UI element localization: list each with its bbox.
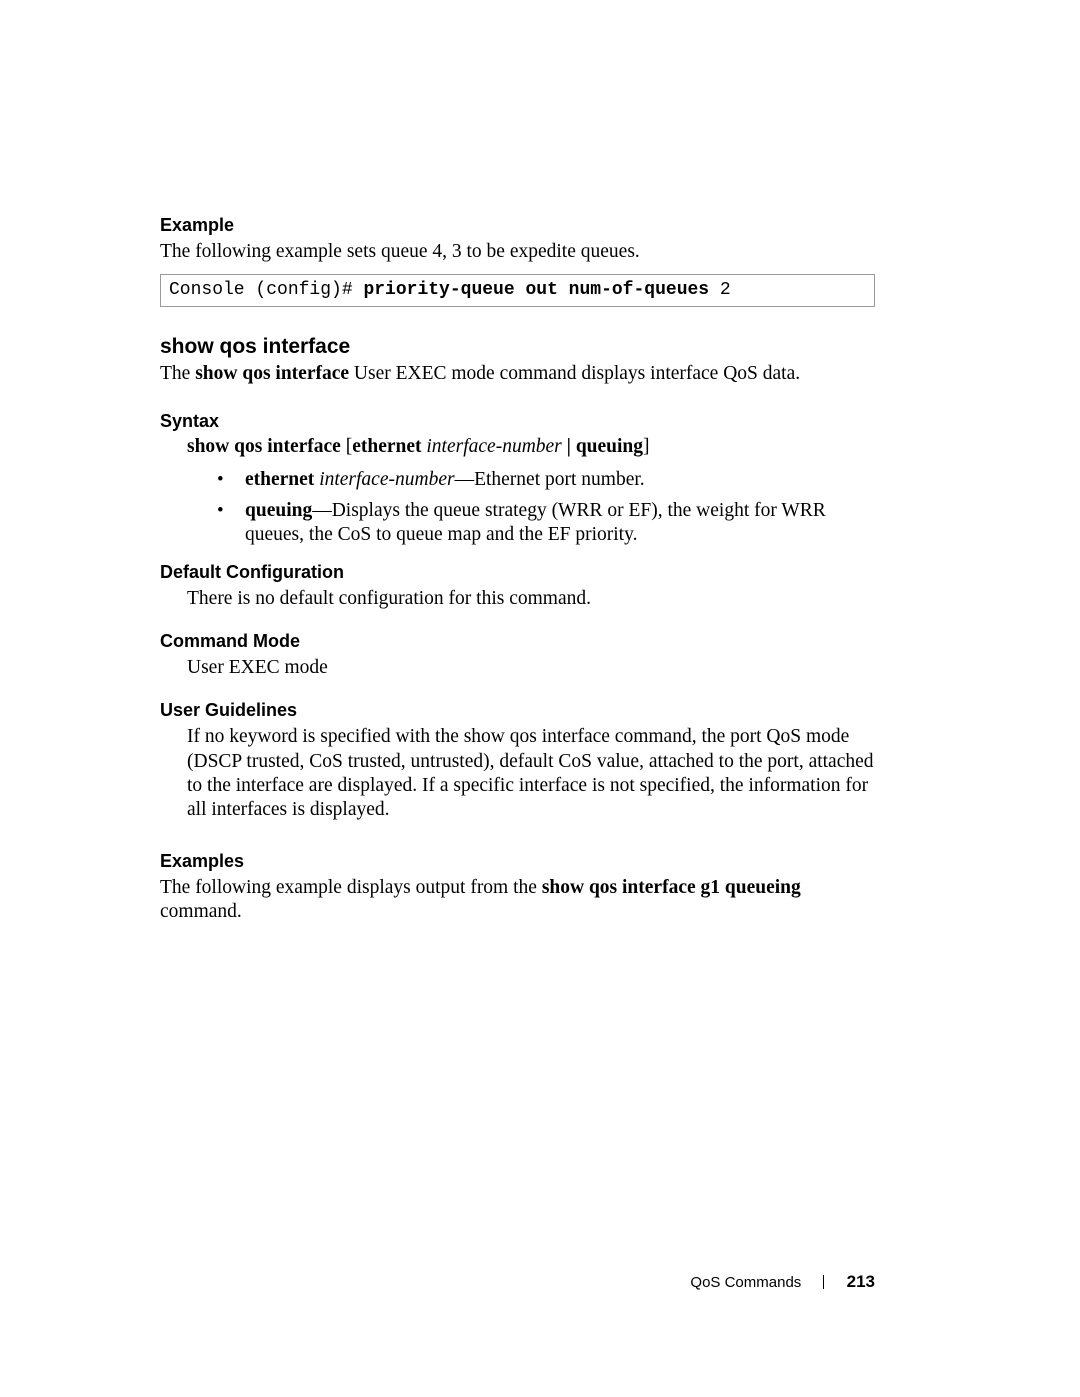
syntax-b3: queuing [576, 436, 643, 457]
syntax-b2: ethernet [352, 436, 426, 457]
code-block: Console (config)# priority-queue out num… [160, 274, 875, 307]
bullet-keyword: ethernet [245, 469, 319, 490]
bullet-keyword: queuing [245, 500, 312, 521]
bullet-desc: —Displays the queue strategy (WRR or EF)… [245, 500, 826, 545]
footer-page-number: 213 [847, 1272, 875, 1291]
bullet-arg: interface-number [319, 469, 454, 490]
list-item: queuing—Displays the queue strategy (WRR… [217, 499, 875, 548]
intro-command-name: show qos interface [195, 363, 349, 384]
syntax-sep: | [562, 436, 576, 457]
code-command: priority-queue out num-of-queues [363, 280, 709, 300]
code-prefix: Console (config)# [169, 280, 363, 300]
default-config-body: There is no default configuration for th… [187, 587, 875, 611]
syntax-arg: interface-number [426, 436, 561, 457]
command-mode-heading: Command Mode [160, 631, 875, 652]
syntax-bracket-close: ] [643, 436, 650, 457]
example-description: The following example sets queue 4, 3 to… [160, 240, 875, 264]
command-title: show qos interface [160, 335, 875, 359]
command-mode-body: User EXEC mode [187, 656, 875, 680]
page: Example The following example sets queue… [0, 0, 1080, 1397]
syntax-b1: show qos interface [187, 436, 346, 457]
examples-prefix: The following example displays output fr… [160, 877, 542, 898]
syntax-heading: Syntax [160, 411, 875, 432]
command-intro: The show qos interface User EXEC mode co… [160, 363, 875, 385]
user-guidelines-body: If no keyword is specified with the show… [187, 725, 875, 823]
intro-prefix: The [160, 363, 195, 384]
bullet-desc: —Ethernet port number. [455, 469, 645, 490]
syntax-bullet-list: ethernet interface-number—Ethernet port … [217, 468, 875, 547]
example-heading: Example [160, 215, 875, 236]
examples-suffix: command. [160, 901, 242, 922]
default-config-heading: Default Configuration [160, 562, 875, 583]
syntax-usage: show qos interface [ethernet interface-n… [187, 436, 875, 458]
page-footer: QoS Commands 213 [690, 1272, 875, 1292]
intro-suffix: User EXEC mode command displays interfac… [349, 363, 800, 384]
examples-heading: Examples [160, 851, 875, 872]
user-guidelines-heading: User Guidelines [160, 700, 875, 721]
examples-command: show qos interface g1 queueing [542, 877, 801, 898]
footer-section: QoS Commands [690, 1274, 801, 1291]
footer-separator [823, 1275, 824, 1289]
code-suffix: 2 [709, 280, 731, 300]
list-item: ethernet interface-number—Ethernet port … [217, 468, 875, 492]
examples-text: The following example displays output fr… [160, 876, 875, 925]
